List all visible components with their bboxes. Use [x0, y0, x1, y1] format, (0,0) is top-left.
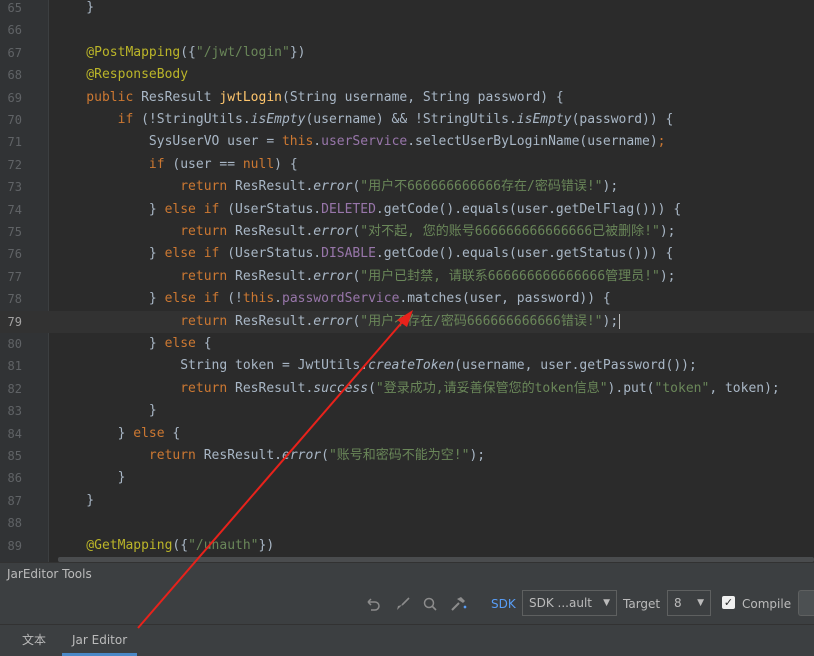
code-text: @ResponseBody [55, 67, 189, 83]
line-number: 76 [7, 247, 22, 262]
code-text: String token = JwtUtils.createToken(user… [55, 358, 697, 374]
line-number: 72 [7, 157, 22, 172]
line-number: 65 [7, 1, 22, 15]
line-number: 80 [7, 337, 22, 351]
line-number: 71 [7, 135, 22, 150]
code-line[interactable]: 66 [0, 19, 814, 41]
code-line[interactable]: 84 } else { [0, 423, 814, 445]
brush-icon[interactable] [394, 595, 412, 613]
jareditor-tools-panel: JarEditor Tools SDK SDK ...ault ▼ Target… [0, 562, 814, 625]
code-line[interactable]: 82 return ResResult.success("登录成功,请妥善保管您… [0, 378, 814, 400]
line-number: 81 [7, 359, 22, 374]
code-text: return ResResult.success("登录成功,请妥善保管您的to… [55, 380, 780, 396]
code-line[interactable]: 87 } [0, 490, 814, 512]
line-number: 73 [7, 180, 22, 195]
code-line[interactable]: 75 return ResResult.error("对不起, 您的账号6666… [0, 221, 814, 243]
undo-icon[interactable] [364, 595, 382, 613]
code-text: } [55, 492, 95, 508]
code-text: return ResResult.error("用户不存在/密码66666666… [55, 313, 621, 329]
line-number: 78 [7, 292, 22, 307]
line-number: 67 [7, 45, 22, 60]
code-editor[interactable]: 65 } 66 67 @PostMapping({"/jwt/login"}) 68 … [0, 0, 814, 562]
code-text: return ResResult.error("账号和密码不能为空!"); [55, 448, 486, 463]
code-text: return ResResult.error("用户已封禁, 请联系666666… [55, 268, 676, 284]
line-number: 87 [7, 493, 22, 508]
code-text: return ResResult.error("用户不666666666666存… [55, 179, 619, 195]
code-text: } [55, 0, 95, 15]
code-line[interactable]: 74 } else if (UserStatus.DELETED.getCode… [0, 199, 814, 221]
code-line[interactable]: 73 return ResResult.error("用户不6666666666… [0, 176, 814, 198]
tab-text[interactable]: 文本 [22, 625, 46, 656]
line-number: 89 [7, 538, 22, 553]
build-icon[interactable] [449, 595, 467, 613]
code-line[interactable]: 79 return ResResult.error("用户不存在/密码66666… [0, 310, 814, 333]
code-line[interactable]: 71 SysUserVO user = this.userService.sel… [0, 131, 814, 153]
text-caret [619, 313, 621, 329]
line-number: 85 [7, 449, 22, 463]
line-number: 82 [7, 381, 22, 396]
code-text: SysUserVO user = this.userService.select… [55, 134, 666, 150]
code-line[interactable]: 83 } [0, 400, 814, 422]
code-line[interactable]: 89 @GetMapping({"/unauth"}) [0, 535, 814, 557]
line-number: 79 [7, 314, 22, 329]
code-text: } [55, 470, 126, 486]
code-text: } else if (UserStatus.DISABLE.getCode().… [55, 246, 674, 262]
line-number: 75 [7, 225, 22, 239]
code-text: if (user == null) { [55, 156, 298, 172]
code-text: } else if (UserStatus.DELETED.getCode().… [55, 201, 682, 217]
code-line[interactable]: 76 } else if (UserStatus.DISABLE.getCode… [0, 243, 814, 265]
code-line[interactable]: 78 } else if (!this.passwordService.matc… [0, 288, 814, 310]
line-number: 68 [7, 68, 22, 83]
line-number: 66 [7, 23, 22, 38]
line-number: 83 [7, 404, 22, 419]
line-number: 88 [7, 516, 22, 531]
compile-label: Compile [742, 597, 792, 611]
code-text: return ResResult.error("对不起, 您的账号6666666… [55, 224, 676, 239]
line-number: 70 [7, 113, 22, 127]
code-line[interactable]: 68 @ResponseBody [0, 64, 814, 86]
sdk-select-value: SDK ...ault [529, 596, 592, 610]
code-line[interactable]: 72 if (user == null) { [0, 154, 814, 176]
code-line[interactable]: 80 } else { [0, 333, 814, 355]
code-line[interactable]: 69 public ResResult jwtLogin(String user… [0, 87, 814, 109]
code-text: } else { [55, 425, 181, 441]
code-line[interactable]: 81 String token = JwtUtils.createToken(u… [0, 355, 814, 377]
code-line[interactable]: 86 } [0, 467, 814, 489]
code-line[interactable]: 85 return ResResult.error("账号和密码不能为空!"); [0, 445, 814, 467]
line-number: 77 [7, 269, 22, 284]
sdk-link[interactable]: SDK [491, 597, 516, 611]
code-line[interactable]: 77 return ResResult.error("用户已封禁, 请联系666… [0, 266, 814, 288]
line-number: 69 [7, 90, 22, 105]
tools-panel-title: JarEditor Tools [7, 567, 92, 581]
compile-button[interactable] [798, 590, 814, 616]
target-select[interactable]: 8 ▼ [667, 590, 711, 616]
code-line[interactable]: 70 if (!StringUtils.isEmpty(username) &&… [0, 109, 814, 131]
sdk-select[interactable]: SDK ...ault ▼ [522, 590, 617, 616]
line-number: 84 [7, 426, 22, 441]
code-text: } [55, 403, 157, 419]
compile-checkbox[interactable]: ✓ [722, 596, 735, 609]
search-icon[interactable] [421, 595, 439, 613]
code-text: if (!StringUtils.isEmpty(username) && !S… [55, 112, 674, 127]
code-text: @GetMapping({"/unauth"}) [55, 537, 275, 553]
code-text: public ResResult jwtLogin(String usernam… [55, 89, 564, 105]
code-text: } else if (!this.passwordService.matches… [55, 291, 611, 307]
code-text: } else { [55, 336, 212, 351]
code-line[interactable]: 67 @PostMapping({"/jwt/login"}) [0, 42, 814, 64]
line-number: 74 [7, 202, 22, 217]
target-label: Target [623, 597, 661, 611]
bottom-tab-bar: 文本 Jar Editor [0, 624, 814, 656]
code-text: @PostMapping({"/jwt/login"}) [55, 44, 306, 60]
tab-jar-editor[interactable]: Jar Editor [62, 625, 138, 656]
code-line[interactable]: 65 } [0, 0, 814, 19]
target-select-value: 8 [674, 596, 682, 610]
chevron-down-icon: ▼ [603, 598, 610, 608]
chevron-down-icon: ▼ [697, 598, 704, 608]
code-line[interactable]: 88 [0, 512, 814, 534]
line-number: 86 [7, 471, 22, 486]
